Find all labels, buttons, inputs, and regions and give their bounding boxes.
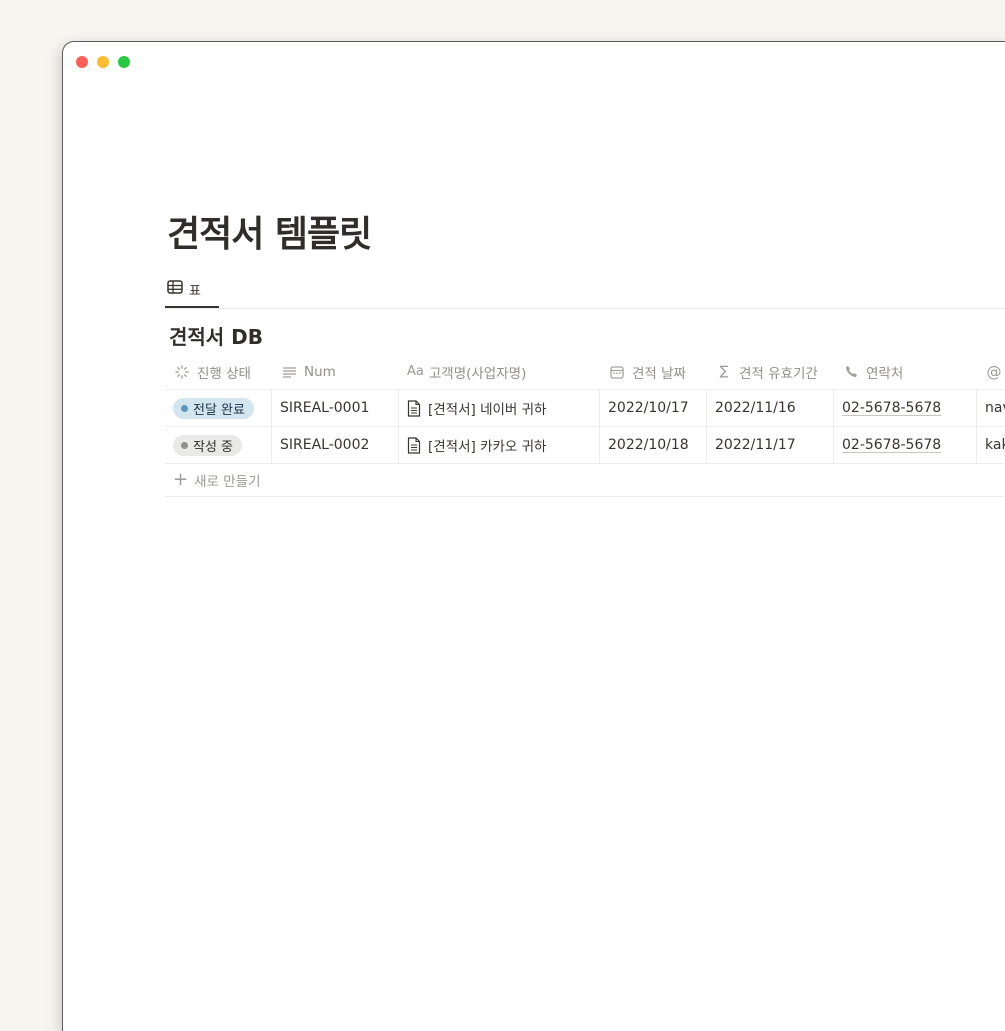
- close-window-button[interactable]: [76, 56, 88, 68]
- table-row[interactable]: 전달 완료 SIREAL-0001 [견적서] 네이버 귀하 2022/10/1…: [165, 390, 1005, 427]
- table-row[interactable]: 작성 중 SIREAL-0002 [견적서] 카카오 귀하 2022/10/18…: [165, 427, 1005, 464]
- email-cell[interactable]: kak: [977, 427, 1005, 463]
- tab-table-label: 표: [189, 283, 201, 299]
- page-document-icon: [407, 436, 421, 454]
- phone-cell[interactable]: 02-5678-5678: [834, 390, 977, 426]
- valid-until-cell[interactable]: 2022/11/17: [707, 427, 834, 463]
- calendar-icon: [608, 364, 626, 380]
- status-cell[interactable]: 전달 완료: [165, 390, 272, 426]
- column-header-phone[interactable]: 연락처: [834, 354, 977, 389]
- quote-date-cell[interactable]: 2022/10/18: [600, 427, 707, 463]
- title-aa-icon: Aa: [407, 364, 424, 379]
- column-header-num[interactable]: Num: [272, 354, 399, 389]
- column-header-quote-date[interactable]: 견적 날짜: [600, 354, 707, 389]
- customer-name-cell[interactable]: [견적서] 네이버 귀하: [399, 390, 600, 426]
- page-document-icon: [407, 399, 421, 417]
- column-header-status[interactable]: 진행 상태: [165, 354, 272, 389]
- phone-icon: [842, 364, 860, 380]
- new-row-button[interactable]: + 새로 만들기: [165, 464, 1005, 497]
- status-badge: 전달 완료: [173, 397, 254, 419]
- database-table: 진행 상태 Num Aa 고객명(사업자명) 견적 날짜 ∑ 견적 유효기간 연…: [165, 354, 1005, 497]
- column-header-email[interactable]: @: [977, 354, 1005, 389]
- app-window: 견적서 템플릿 표 견적서 DB 진행 상태 Num Aa 고객명(사업자명) …: [62, 41, 1005, 1031]
- column-header-valid-until[interactable]: ∑ 견적 유효기간: [707, 354, 834, 389]
- status-dot-icon: [181, 441, 188, 449]
- phone-cell[interactable]: 02-5678-5678: [834, 427, 977, 463]
- status-dot-icon: [181, 404, 188, 412]
- page-title[interactable]: 견적서 템플릿: [167, 205, 372, 257]
- phone-link[interactable]: 02-5678-5678: [842, 437, 941, 453]
- status-icon: [173, 364, 191, 380]
- zoom-window-button[interactable]: [118, 56, 130, 68]
- column-header-customer-name[interactable]: Aa 고객명(사업자명): [399, 354, 600, 389]
- status-badge: 작성 중: [173, 434, 243, 456]
- status-cell[interactable]: 작성 중: [165, 427, 272, 463]
- table-header-row: 진행 상태 Num Aa 고객명(사업자명) 견적 날짜 ∑ 견적 유효기간 연…: [165, 354, 1005, 390]
- email-at-icon: @: [986, 362, 1002, 381]
- tab-table-view[interactable]: 표: [167, 278, 201, 300]
- num-cell[interactable]: SIREAL-0001: [272, 390, 399, 426]
- database-title[interactable]: 견적서 DB: [169, 321, 263, 350]
- minimize-window-button[interactable]: [97, 56, 109, 68]
- num-cell[interactable]: SIREAL-0002: [272, 427, 399, 463]
- email-cell[interactable]: nav: [977, 390, 1005, 426]
- window-controls: [76, 56, 130, 68]
- view-divider: [165, 308, 1005, 309]
- quote-date-cell[interactable]: 2022/10/17: [600, 390, 707, 426]
- valid-until-cell[interactable]: 2022/11/16: [707, 390, 834, 426]
- table-icon: [167, 280, 183, 298]
- customer-name-cell[interactable]: [견적서] 카카오 귀하: [399, 427, 600, 463]
- plus-icon: +: [173, 469, 189, 490]
- formula-sigma-icon: ∑: [719, 364, 729, 379]
- text-lines-icon: [280, 364, 298, 380]
- phone-link[interactable]: 02-5678-5678: [842, 400, 941, 416]
